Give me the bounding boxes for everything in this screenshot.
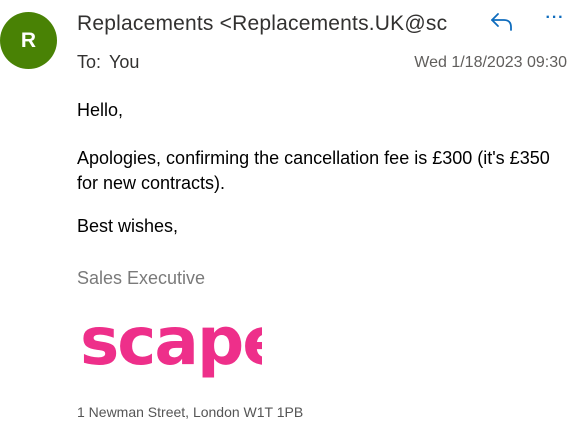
sender-avatar[interactable]: R	[0, 12, 57, 69]
reply-icon[interactable]	[488, 10, 516, 34]
to-value[interactable]: You	[109, 52, 139, 72]
signoff-text: Best wishes,	[77, 216, 179, 236]
message-date: Wed 1/18/2023 09:30	[414, 54, 567, 71]
greeting-text: Hello,	[77, 100, 124, 120]
logo-text: scape	[80, 306, 262, 380]
scape-logo: scape	[80, 306, 262, 380]
to-label: To:	[77, 52, 102, 72]
avatar-initial: R	[20, 28, 37, 52]
body-paragraph: Apologies, confirming the cancellation f…	[77, 148, 550, 193]
sender-name[interactable]: Replacements <Replacements.UK@sc	[77, 12, 475, 36]
signature-title: Sales Executive	[77, 268, 206, 288]
recipient-line: To: You	[77, 52, 139, 73]
signature-address: 1 Newman Street, London W1T 1PB	[77, 404, 304, 420]
more-options-icon[interactable]: ···	[541, 9, 569, 33]
